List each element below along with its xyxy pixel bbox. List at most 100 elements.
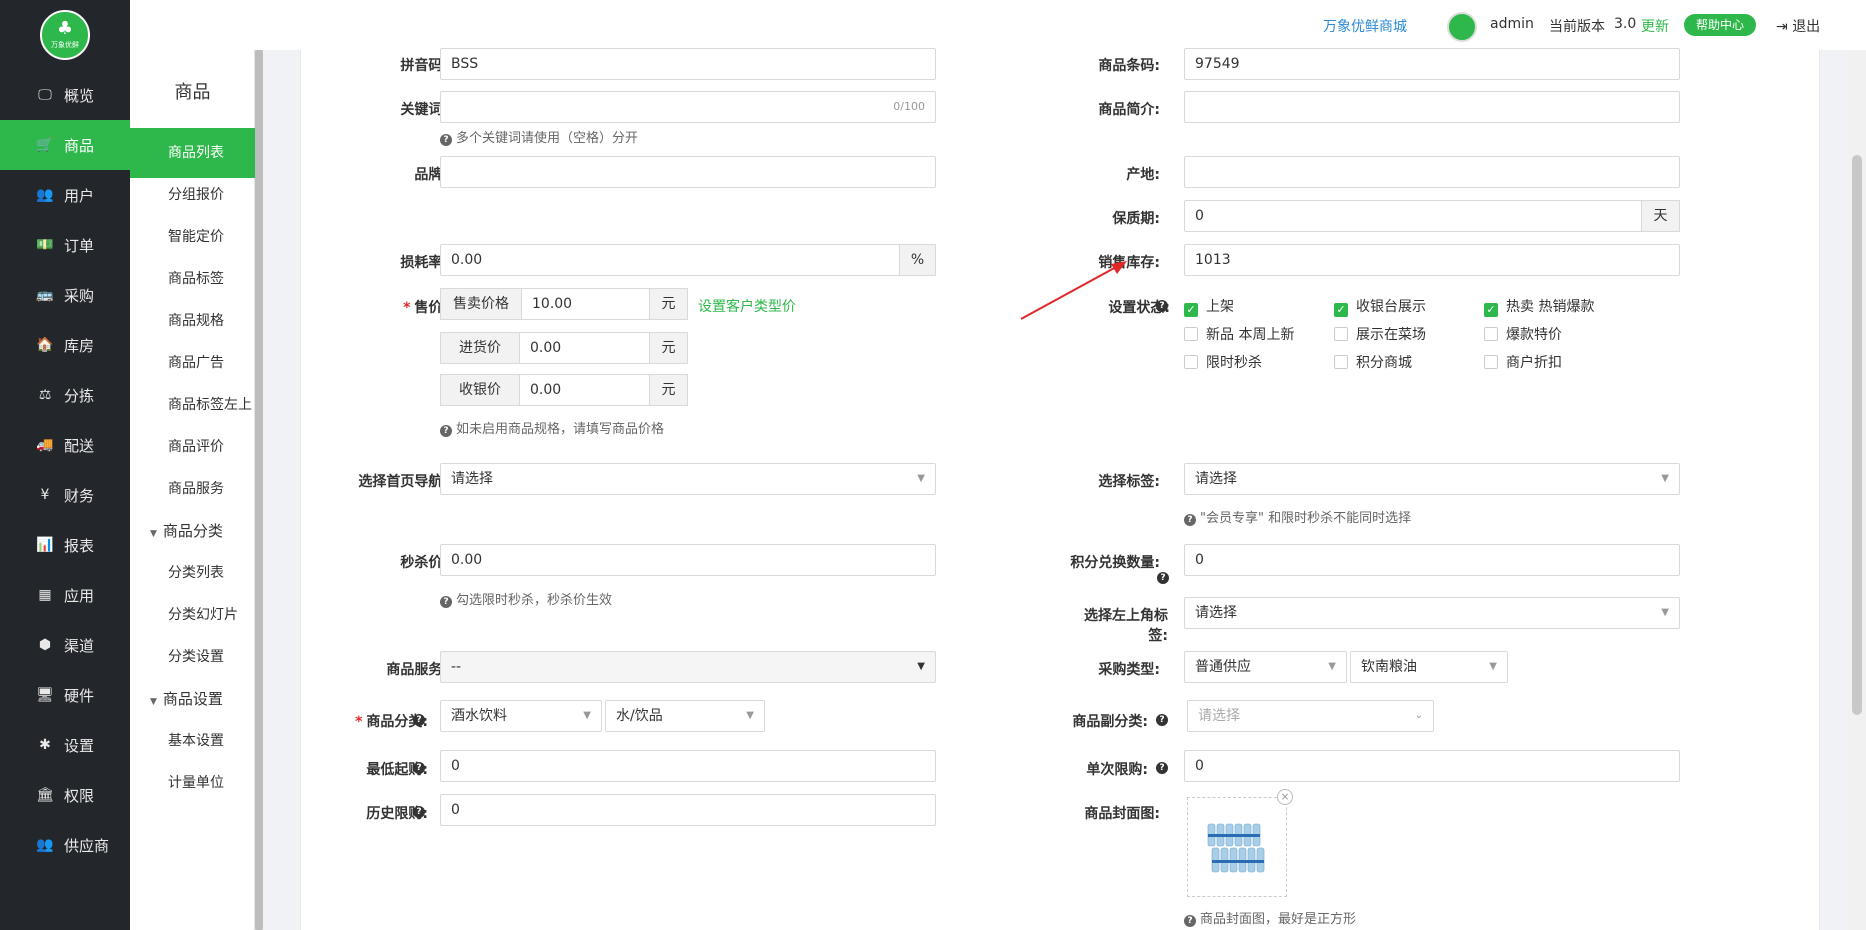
min-buy-input[interactable]: 0 (440, 750, 936, 782)
question-icon[interactable]: ? (413, 714, 425, 726)
pinyin-input[interactable]: BSS (440, 48, 936, 80)
nav-item-label: 设置 (64, 736, 95, 755)
buy-price-input[interactable]: 0.00 (519, 332, 650, 364)
brand-input[interactable] (440, 156, 936, 188)
desktop-icon: 🖥 (36, 687, 54, 703)
loss-rate-input[interactable]: 0.00 (440, 244, 900, 276)
sell-price-input[interactable]: 10.00 (521, 288, 650, 320)
nav-item[interactable]: 🛒 商品 (0, 120, 130, 170)
cover-image-upload[interactable] (1187, 797, 1287, 897)
status-checkbox[interactable]: ✓ 上架 (1184, 296, 1234, 317)
points-input[interactable]: 0 (1184, 544, 1680, 576)
barcode-input[interactable]: 97549 (1184, 48, 1680, 80)
nav-item[interactable]: 🖵 概览 (0, 70, 130, 120)
question-icon[interactable]: ? (413, 762, 425, 774)
question-icon[interactable]: ? (1156, 714, 1168, 726)
nav-item[interactable]: ¥ 财务 (0, 470, 130, 520)
customer-price-link[interactable]: 设置客户类型价 (698, 296, 796, 316)
status-checkbox-label: 上架 (1206, 299, 1234, 315)
money-icon: 💵 (36, 237, 54, 253)
status-checkbox-label: 积分商城 (1356, 355, 1412, 371)
logo-text: 万象优鲜 (51, 41, 79, 49)
nav-item[interactable]: 📊 报表 (0, 520, 130, 570)
submenu-item[interactable]: 计量单位 (130, 758, 255, 808)
nav-item[interactable]: 🖥 硬件 (0, 670, 130, 720)
update-link[interactable]: 更新 (1641, 16, 1669, 36)
status-checkbox[interactable]: 积分商城 (1334, 352, 1412, 372)
status-checkbox[interactable]: 限时秒杀 (1184, 352, 1262, 372)
nav-item[interactable]: ▦ 应用 (0, 570, 130, 620)
page-scrollbar[interactable] (1848, 50, 1866, 930)
help-center-button[interactable]: 帮助中心 (1684, 14, 1757, 36)
status-label: 设置状态: (1108, 300, 1170, 316)
question-icon: ? (1184, 514, 1196, 526)
nav-item-label: 分拣 (64, 386, 95, 405)
shop-link[interactable]: 万象优鲜商城 (1323, 16, 1407, 36)
secondary-menu: 商品 商品列表 分组报价 智能定价 商品标签 商品规格 商品广告 商品标签左上 商品评价 商品服… (130, 50, 255, 930)
caret-down-icon: ▼ (150, 697, 157, 707)
status-checkbox-label: 展示在菜场 (1356, 327, 1426, 343)
question-icon[interactable]: ? (1156, 762, 1168, 774)
status-checkbox[interactable]: 新品 本周上新 (1184, 324, 1294, 344)
single-limit-input[interactable]: 0 (1184, 750, 1680, 782)
logout-label: 退出 (1792, 19, 1821, 35)
nav-item-label: 渠道 (64, 636, 95, 655)
seckill-input[interactable]: 0.00 (440, 544, 936, 576)
question-icon[interactable]: ? (1157, 572, 1169, 584)
brief-input[interactable] (1184, 91, 1680, 123)
question-icon[interactable]: ? (1156, 300, 1168, 312)
cover-hint: ? 商品封面图，最好是正方形 (1184, 908, 1356, 927)
nav-item-label: 应用 (64, 586, 95, 605)
question-icon[interactable]: ? (413, 806, 425, 818)
close-icon[interactable]: × (1277, 789, 1293, 805)
submenu-scrollbar[interactable] (255, 50, 263, 930)
corner-tag-select[interactable]: 请选择 ▼ (1184, 597, 1680, 629)
origin-input[interactable] (1184, 156, 1680, 188)
submenu-item-label: 商品标签左上 (168, 397, 252, 413)
seckill-hint: ? 勾选限时秒杀，秒杀价生效 (440, 589, 612, 608)
nav-item[interactable]: 👥 供应商 (0, 820, 130, 870)
status-checkbox-label: 爆款特价 (1506, 327, 1562, 343)
status-checkbox[interactable]: 展示在菜场 (1334, 324, 1426, 344)
history-limit-input[interactable]: 0 (440, 794, 936, 826)
status-checkbox[interactable]: ✓ 收银台展示 (1334, 296, 1426, 317)
username[interactable]: admin (1490, 16, 1534, 32)
logout-button[interactable]: ⇥ 退出 (1776, 16, 1820, 36)
category-select-2[interactable]: 水/饮品 ▼ (605, 700, 765, 732)
nav-item[interactable]: ✱ 设置 (0, 720, 130, 770)
shelf-life-label: 保质期: (1112, 211, 1160, 227)
top-header: 万象优鲜商城 admin 当前版本 3.0 更新 帮助中心 ⇥ 退出 (130, 0, 1866, 50)
sub-category-select[interactable]: 请选择 ⌄ (1187, 700, 1434, 732)
bank-icon: 🏛 (36, 787, 54, 803)
cash-price-input[interactable]: 0.00 (519, 374, 650, 406)
nav-item[interactable]: ⬢ 渠道 (0, 620, 130, 670)
nav-item[interactable]: 💵 订单 (0, 220, 130, 270)
nav-item[interactable]: 🏛 权限 (0, 770, 130, 820)
chevron-down-icon: ▼ (1489, 661, 1497, 672)
submenu-title: 商品 (174, 82, 211, 103)
nav-item[interactable]: ⚖ 分拣 (0, 370, 130, 420)
cash-price-addon: 收银价 (440, 374, 520, 406)
status-checkbox[interactable]: 商户折扣 (1484, 352, 1562, 372)
purchase-type-select[interactable]: 普通供应 ▼ (1184, 651, 1347, 683)
logo[interactable]: ♣ 万象优鲜 (40, 10, 90, 60)
yuan-addon: 元 (649, 288, 688, 320)
status-checkbox[interactable]: 爆款特价 (1484, 324, 1562, 344)
checkbox-empty-icon (1334, 327, 1348, 341)
nav-item[interactable]: 🚌 采购 (0, 270, 130, 320)
supplier-select[interactable]: 钦南粮油 ▼ (1350, 651, 1508, 683)
shelf-life-input[interactable]: 0 (1184, 200, 1642, 232)
nav-item[interactable]: 🏠 库房 (0, 320, 130, 370)
avatar[interactable] (1447, 12, 1477, 42)
home-nav-select[interactable]: 请选择 ▼ (440, 463, 936, 495)
keyword-input[interactable]: 0/100 (440, 91, 936, 123)
category-select-1[interactable]: 酒水饮料 ▼ (440, 700, 602, 732)
nav-item[interactable]: 🚚 配送 (0, 420, 130, 470)
stock-input[interactable]: 1013 (1184, 244, 1680, 276)
status-checkbox[interactable]: ✓ 热卖 热销爆款 (1484, 296, 1594, 317)
chevron-down-icon: ▼ (917, 473, 925, 484)
nav-item[interactable]: 👥 用户 (0, 170, 130, 220)
min-buy-label: 最低起购: (366, 762, 428, 778)
tag-select[interactable]: 请选择 ▼ (1184, 463, 1680, 495)
service-select[interactable]: -- ▼ (440, 651, 936, 683)
